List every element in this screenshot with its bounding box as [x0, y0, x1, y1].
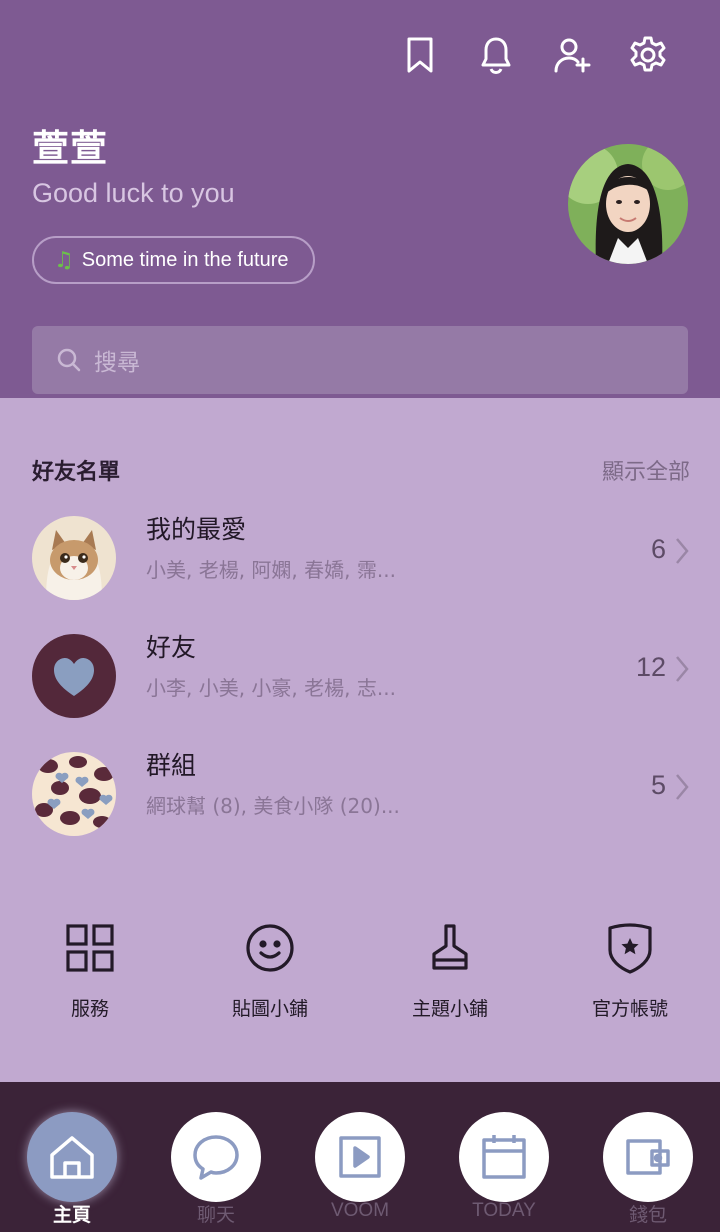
heart-avatar	[32, 634, 116, 718]
service-official-accounts[interactable]: 官方帳號	[540, 920, 720, 1021]
list-item-count: 6	[650, 534, 666, 564]
service-label: 服務	[70, 998, 109, 1020]
chevron-right-icon	[676, 656, 689, 682]
profile-music-button[interactable]: ♫ Some time in the future	[32, 236, 315, 284]
tab-label: VOOM	[330, 1200, 390, 1221]
service-sticker-shop[interactable]: 貼圖小鋪	[180, 920, 360, 1021]
cat-avatar	[32, 516, 116, 600]
tab-today[interactable]: TODAY	[459, 1112, 549, 1228]
status-message[interactable]: Good luck to you	[32, 178, 235, 209]
tab-chat[interactable]: 聊天	[171, 1112, 261, 1228]
tab-label: TODAY	[472, 1200, 536, 1221]
wallet-icon	[626, 1139, 670, 1175]
tab-label: 錢包	[628, 1205, 667, 1226]
tab-home[interactable]: 主頁	[27, 1112, 117, 1228]
service-services[interactable]: 服務	[0, 920, 180, 1021]
service-theme-shop[interactable]: 主題小鋪	[360, 920, 540, 1021]
service-label: 貼圖小鋪	[231, 998, 308, 1020]
services-bar: 服務 貼圖小鋪 主題小鋪 官方帳號	[0, 920, 720, 1040]
home-icon	[50, 1136, 94, 1179]
tab-label: 聊天	[196, 1205, 235, 1226]
smiley-icon	[246, 924, 294, 972]
bottom-tab-bar: 主頁 聊天 VOOM TODAY 錢包	[0, 1082, 720, 1232]
play-icon	[339, 1136, 381, 1178]
list-item-favorites[interactable]: 我的最愛 小美, 老楊, 阿嫻, 春嬌, 霈... 6	[0, 506, 720, 610]
list-item-count: 5	[650, 770, 666, 800]
list-item-title: 好友	[146, 633, 197, 662]
bookmark-icon[interactable]	[382, 32, 458, 78]
search-icon	[57, 348, 81, 372]
bell-icon[interactable]	[458, 32, 534, 78]
show-all-link[interactable]: 顯示全部	[602, 454, 690, 486]
brush-icon	[432, 924, 468, 970]
tab-label: 主頁	[52, 1205, 91, 1226]
add-friend-icon[interactable]	[534, 32, 610, 78]
leopard-avatar	[32, 752, 116, 836]
top-icon-bar	[382, 32, 686, 78]
search-input[interactable]: 搜尋	[32, 326, 688, 394]
profile-header: 萱萱 Good luck to you ♫ Some time in the f…	[0, 0, 720, 398]
chevron-right-icon	[676, 774, 689, 800]
shield-star-icon	[608, 923, 652, 974]
list-item-title: 我的最愛	[146, 515, 247, 544]
list-item-title: 群組	[146, 751, 197, 780]
list-item-subtitle: 小美, 老楊, 阿嫻, 春嬌, 霈...	[146, 558, 396, 582]
chat-icon	[193, 1135, 239, 1180]
chevron-right-icon	[676, 538, 689, 564]
service-label: 官方帳號	[591, 998, 668, 1020]
grid-icon	[66, 924, 114, 972]
profile-name[interactable]: 萱萱	[32, 118, 108, 172]
gear-icon[interactable]	[610, 32, 686, 78]
list-item-count: 12	[635, 652, 666, 682]
avatar[interactable]	[568, 144, 688, 264]
calendar-icon	[482, 1135, 526, 1179]
friends-list-title: 好友名單	[32, 460, 121, 485]
music-title: Some time in the future	[81, 248, 289, 271]
search-placeholder: 搜尋	[94, 350, 140, 376]
list-item-groups[interactable]: 群組 網球幫 (8), 美食小隊 (20)... 5	[0, 742, 720, 846]
list-item-friends[interactable]: 好友 小李, 小美, 小豪, 老楊, 志... 12	[0, 624, 720, 728]
service-label: 主題小鋪	[411, 998, 488, 1020]
tab-voom[interactable]: VOOM	[315, 1112, 405, 1228]
list-item-subtitle: 小李, 小美, 小豪, 老楊, 志...	[146, 676, 396, 700]
list-item-subtitle: 網球幫 (8), 美食小隊 (20)...	[146, 794, 400, 818]
music-note-icon: ♫	[54, 247, 74, 273]
tab-wallet[interactable]: 錢包	[603, 1112, 693, 1228]
